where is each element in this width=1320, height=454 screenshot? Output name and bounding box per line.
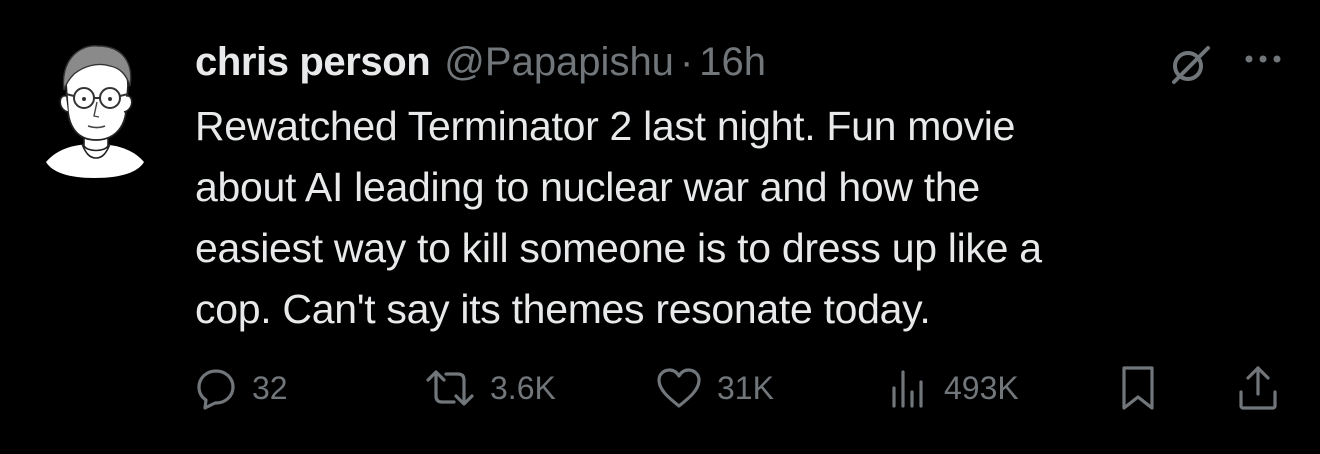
- user-handle[interactable]: @Papapishu: [444, 40, 674, 85]
- views-icon: [886, 366, 930, 410]
- repost-count: 3.6K: [490, 369, 556, 406]
- bookmark-button[interactable]: [1116, 358, 1160, 418]
- avatar[interactable]: [44, 40, 146, 180]
- like-count: 31K: [717, 369, 774, 406]
- reply-button[interactable]: 32: [194, 358, 288, 418]
- bookmark-icon: [1116, 364, 1160, 412]
- tweet-header: chris person @Papapishu · 16h: [195, 34, 766, 90]
- reply-icon: [194, 366, 238, 410]
- timestamp[interactable]: 16h: [699, 40, 766, 85]
- tweet[interactable]: chris person @Papapishu · 16h Rewatched …: [0, 0, 1320, 454]
- grok-icon[interactable]: [1166, 40, 1214, 88]
- share-icon: [1236, 364, 1280, 412]
- separator-dot: ·: [679, 39, 694, 84]
- tweet-text: Rewatched Terminator 2 last night. Fun m…: [195, 103, 1042, 332]
- more-icon[interactable]: [1242, 46, 1288, 72]
- share-button[interactable]: [1236, 358, 1280, 418]
- like-icon: [655, 366, 703, 410]
- reply-count: 32: [252, 369, 288, 406]
- repost-icon: [424, 366, 476, 410]
- repost-button[interactable]: 3.6K: [424, 358, 556, 418]
- display-name[interactable]: chris person: [195, 40, 431, 85]
- action-bar: 32 3.6K 31K 493K: [0, 358, 1320, 418]
- like-button[interactable]: 31K: [655, 358, 774, 418]
- views-button[interactable]: 493K: [886, 358, 1019, 418]
- views-count: 493K: [944, 369, 1019, 406]
